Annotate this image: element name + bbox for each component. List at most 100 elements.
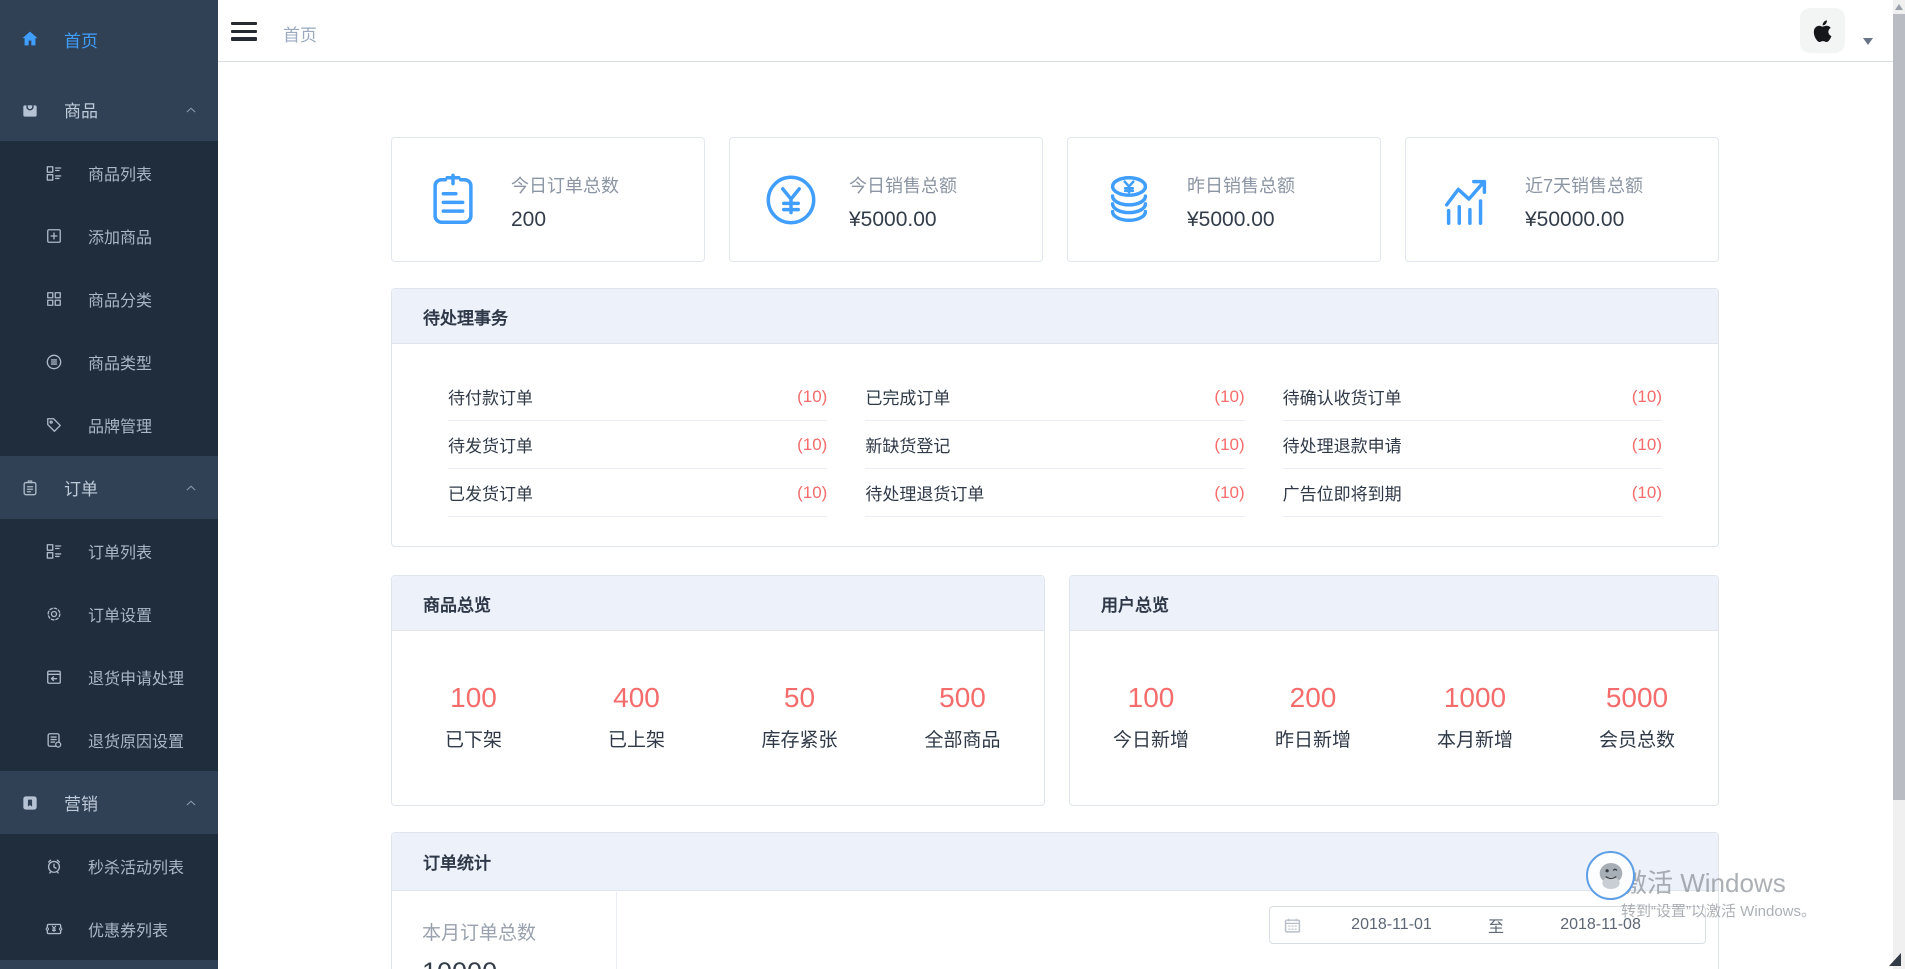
sidebar-item-return-reason[interactable]: 退货原因设置 bbox=[0, 708, 218, 771]
calendar-icon bbox=[1284, 917, 1301, 934]
sidebar-item-product-list[interactable]: 商品列表 bbox=[0, 141, 218, 204]
sidebar-item-brand-management[interactable]: 品牌管理 bbox=[0, 393, 218, 456]
gear-icon bbox=[44, 604, 64, 624]
sidebar-item-add-product[interactable]: 添加商品 bbox=[0, 204, 218, 267]
sidebar-item-label: 订单列表 bbox=[88, 539, 152, 563]
avatar[interactable] bbox=[1800, 8, 1845, 53]
todo-item-count: (10) bbox=[1214, 435, 1244, 455]
sidebar-item-product-type[interactable]: 商品类型 bbox=[0, 330, 218, 393]
sidebar-item-label: 秒杀活动列表 bbox=[88, 854, 184, 878]
todo-item-return-orders[interactable]: 待处理退货订单 (10) bbox=[865, 469, 1244, 517]
stat-label: 昨日新增 bbox=[1232, 725, 1394, 752]
todo-item-label: 待发货订单 bbox=[448, 432, 533, 457]
chevron-up-icon bbox=[184, 481, 198, 495]
stat-on-shelf: 400已上架 bbox=[555, 682, 718, 752]
qq-penguin-icon[interactable] bbox=[1586, 851, 1635, 900]
todo-item-unpaid-orders[interactable]: 待付款订单(10) bbox=[448, 373, 827, 421]
shopping-bag-icon bbox=[20, 100, 40, 120]
todo-item-count: (10) bbox=[1632, 483, 1662, 503]
sidebar-item-return-request[interactable]: 退货申请处理 bbox=[0, 645, 218, 708]
stat-new-today: 100今日新增 bbox=[1070, 682, 1232, 752]
todo-item-label: 广告位即将到期 bbox=[1283, 480, 1402, 505]
user-overview-stats: 100今日新增 200 昨日新增 1000本月新增 5000 会员总数 bbox=[1070, 631, 1718, 752]
sidebar-item-order-list[interactable]: 订单列表 bbox=[0, 519, 218, 582]
sidebar-item-label: 商品类型 bbox=[88, 350, 152, 374]
submenu-products: 商品列表 添加商品 商品分类 商品类型 品牌管理 bbox=[0, 141, 218, 456]
caret-down-icon[interactable] bbox=[1863, 38, 1873, 45]
sidebar-item-order-settings[interactable]: 订单设置 bbox=[0, 582, 218, 645]
stat-card-title: 今日订单总数 bbox=[511, 172, 619, 198]
sidebar-item-label: 商品列表 bbox=[88, 161, 152, 185]
todo-item-shipped-orders[interactable]: 已发货订单 (10) bbox=[448, 469, 827, 517]
stat-off-shelf: 100已下架 bbox=[392, 682, 555, 752]
sidebar-item-home[interactable]: 首页 bbox=[0, 8, 218, 70]
yen-circle-icon bbox=[762, 171, 820, 229]
todo-item-count: (10) bbox=[797, 435, 827, 455]
stat-label: 全部商品 bbox=[881, 725, 1044, 752]
stat-card-yesterday-sales: 昨日销售总额 ¥5000.00 bbox=[1067, 137, 1381, 262]
breadcrumb[interactable]: 首页 bbox=[283, 21, 317, 46]
alarm-clock-icon bbox=[44, 856, 64, 876]
sidebar-group-orders[interactable]: 订单 bbox=[0, 456, 218, 519]
stat-label: 已上架 bbox=[555, 725, 718, 752]
todo-item-label: 待处理退货订单 bbox=[865, 480, 984, 505]
stat-value: 200 bbox=[1232, 682, 1394, 714]
user-overview-title: 用户总览 bbox=[1070, 576, 1718, 631]
stat-card-title: 近7天销售总额 bbox=[1525, 172, 1643, 198]
hamburger-icon[interactable] bbox=[231, 22, 257, 40]
stat-new-month: 1000本月新增 bbox=[1394, 682, 1556, 752]
metric-value: 10000 bbox=[422, 957, 616, 969]
list-icon bbox=[44, 163, 64, 183]
submenu-orders: 订单列表 订单设置 退货申请处理 退货原因设置 bbox=[0, 519, 218, 771]
todo-item-confirm-receipt-orders[interactable]: 待确认收货订单(10) bbox=[1283, 373, 1662, 421]
return-box-icon bbox=[44, 667, 64, 687]
sidebar-item-label: 退货申请处理 bbox=[88, 665, 184, 689]
coin-stack-icon bbox=[1100, 171, 1158, 229]
todo-item-completed-orders[interactable]: 已完成订单(10) bbox=[865, 373, 1244, 421]
sidebar-item-coupon-list[interactable]: 优惠券列表 bbox=[0, 897, 218, 960]
order-clipboard-icon bbox=[424, 171, 482, 229]
todo-item-ad-expiring[interactable]: 广告位即将到期 (10) bbox=[1283, 469, 1662, 517]
page-scrollbar[interactable] bbox=[1893, 0, 1905, 969]
sidebar-item-product-category[interactable]: 商品分类 bbox=[0, 267, 218, 330]
date-separator: 至 bbox=[1482, 913, 1510, 937]
todo-item-new-stockout[interactable]: 新缺货登记 (10) bbox=[865, 421, 1244, 469]
scrollbar-up-arrow-icon[interactable] bbox=[1895, 4, 1903, 10]
stat-card-week-sales: 近7天销售总额 ¥50000.00 bbox=[1405, 137, 1719, 262]
todo-panel: 待处理事务 待付款订单(10) 已完成订单(10) 待确认收货订单(10) 待发… bbox=[391, 288, 1719, 547]
sidebar-item-label: 优惠券列表 bbox=[88, 917, 168, 941]
todo-item-to-ship-orders[interactable]: 待发货订单 (10) bbox=[448, 421, 827, 469]
stat-label: 会员总数 bbox=[1556, 725, 1718, 752]
todo-item-label: 新缺货登记 bbox=[865, 432, 950, 457]
stat-card-value: ¥5000.00 bbox=[1187, 208, 1295, 232]
order-statistics-title: 订单统计 bbox=[392, 833, 1718, 891]
sidebar-group-label: 订单 bbox=[64, 475, 98, 500]
windows-activation-watermark-line2: 转到“设置”以激活 Windows。 bbox=[1621, 900, 1816, 921]
todo-item-count: (10) bbox=[1214, 387, 1244, 407]
submenu-marketing: 秒杀活动列表 优惠券列表 bbox=[0, 834, 218, 960]
metric-label: 本月订单总数 bbox=[422, 918, 616, 945]
stat-value: 100 bbox=[1070, 682, 1232, 714]
stat-value: 5000 bbox=[1556, 682, 1718, 714]
todo-list: 待付款订单(10) 已完成订单(10) 待确认收货订单(10) 待发货订单(10… bbox=[392, 344, 1718, 517]
sidebar-item-label: 品牌管理 bbox=[88, 413, 152, 437]
topbar: 首页 bbox=[218, 0, 1893, 62]
stat-total-members: 5000 会员总数 bbox=[1556, 682, 1718, 752]
stat-card-title: 昨日销售总额 bbox=[1187, 172, 1295, 198]
sidebar-group-marketing[interactable]: 营销 bbox=[0, 771, 218, 834]
sidebar-item-flash-sale-list[interactable]: 秒杀活动列表 bbox=[0, 834, 218, 897]
scrollbar-thumb[interactable] bbox=[1893, 14, 1905, 800]
stat-label: 库存紧张 bbox=[718, 725, 881, 752]
todo-item-label: 已发货订单 bbox=[448, 480, 533, 505]
todo-item-count: (10) bbox=[1214, 483, 1244, 503]
add-square-icon bbox=[44, 226, 64, 246]
date-start-value[interactable]: 2018-11-01 bbox=[1301, 916, 1482, 934]
todo-item-count: (10) bbox=[797, 483, 827, 503]
sidebar-group-label: 商品 bbox=[64, 97, 98, 122]
trend-chart-icon bbox=[1438, 171, 1496, 229]
coupon-icon bbox=[44, 919, 64, 939]
stat-new-yesterday: 200 昨日新增 bbox=[1232, 682, 1394, 752]
todo-item-refund-requests[interactable]: 待处理退款申请(10) bbox=[1283, 421, 1662, 469]
todo-item-label: 待付款订单 bbox=[448, 384, 533, 409]
sidebar-group-products[interactable]: 商品 bbox=[0, 78, 218, 141]
